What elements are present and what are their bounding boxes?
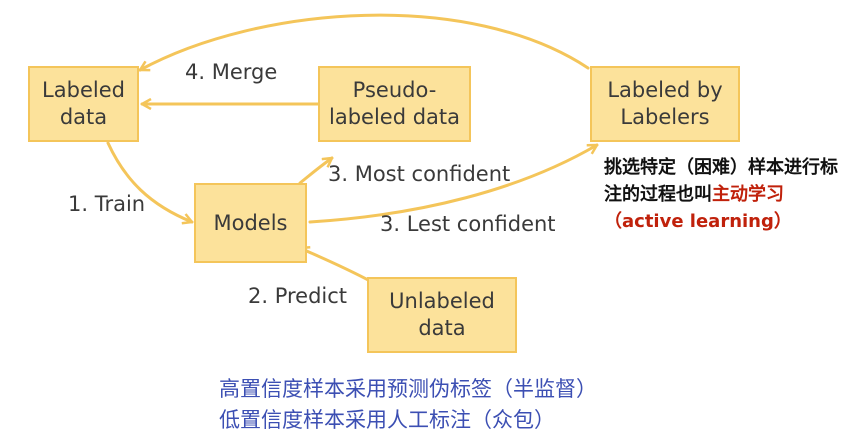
models-box: Models [194,183,307,263]
labeled-data-box: Labeled data [28,66,139,142]
labeled-by-labelers-box: Labeled by Labelers [590,66,740,142]
summary-line-high-confidence: 高置信度样本采用预测伪标签（半监督） [219,377,597,401]
edge-label-most-confident: 3. Most confident [328,162,511,186]
active-learning-note: 挑选特定（困难）样本进行标注的过程也叫主动学习（active learning） [604,154,840,235]
summary-line-low-confidence: 低置信度样本采用人工标注（众包） [219,408,555,432]
edge-label-predict: 2. Predict [248,284,348,308]
unlabeled-data-box: Unlabeled data [367,277,517,353]
arrow-predict [298,248,374,284]
edge-label-lest-confident: 3. Lest confident [380,212,556,236]
edge-label-train: 1. Train [68,192,146,216]
edge-label-merge: 4. Merge [185,60,278,84]
pseudo-labeled-data-box: Pseudo- labeled data [318,66,471,142]
